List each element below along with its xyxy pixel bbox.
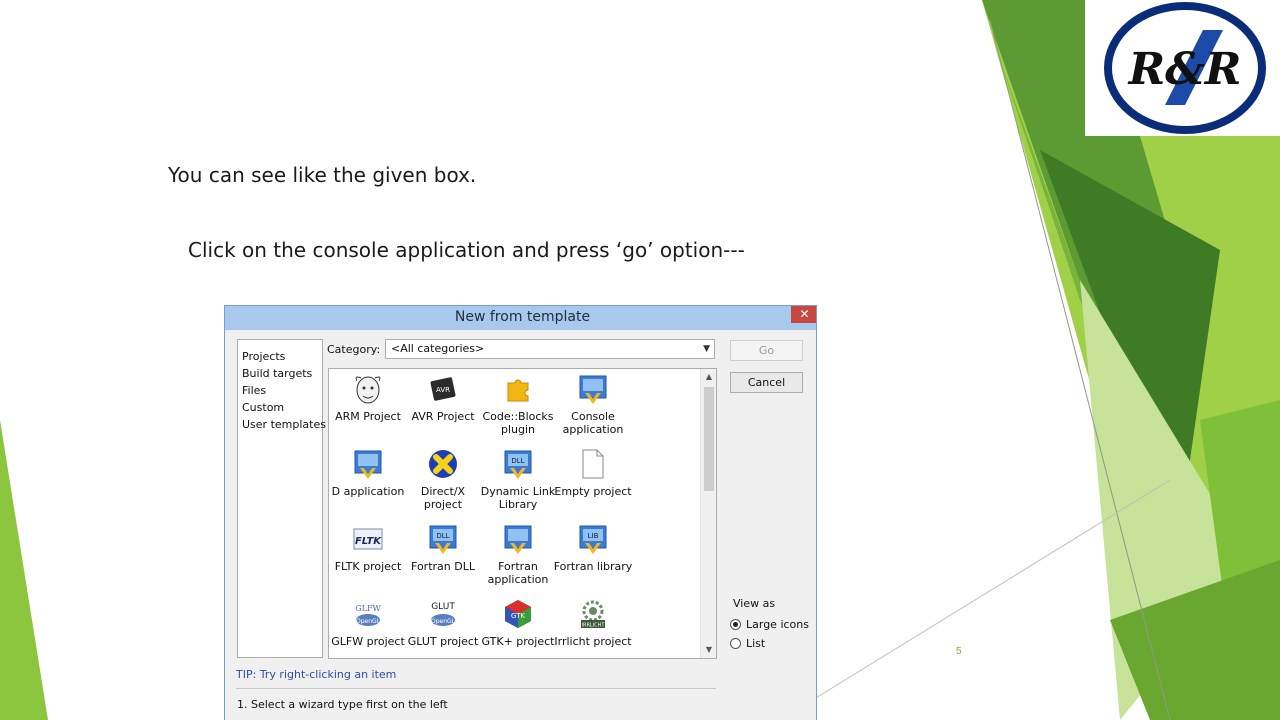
template-label: AVR Project <box>411 410 475 423</box>
template-label: FLTK project <box>334 560 402 573</box>
avr-chip-icon: AVR <box>430 377 456 401</box>
svg-text:DLL: DLL <box>511 457 524 465</box>
scroll-down-icon[interactable]: ▼ <box>701 642 716 658</box>
template-item-avr-project[interactable]: AVR AVR Project <box>403 371 483 443</box>
scroll-up-icon[interactable]: ▲ <box>701 369 716 385</box>
go-button[interactable]: Go <box>730 340 803 361</box>
new-from-template-dialog: New from template ✕ Projects Build targe… <box>224 305 817 720</box>
slide-text-line-2: Click on the console application and pre… <box>188 238 745 262</box>
svg-text:IRRLICHT: IRRLICHT <box>582 623 606 629</box>
template-type-files[interactable]: Files <box>242 384 266 397</box>
dll-icon: DLL <box>504 450 532 479</box>
view-option-label: Large icons <box>746 618 809 631</box>
svg-text:OpenGL: OpenGL <box>431 618 456 625</box>
template-item-empty-project[interactable]: Empty project <box>553 446 633 518</box>
svg-text:AVR: AVR <box>436 386 450 394</box>
template-item-fortran-dll[interactable]: DLL Fortran DLL <box>403 521 483 593</box>
svg-text:LIB: LIB <box>588 532 599 540</box>
svg-text:OpenGL: OpenGL <box>356 618 381 625</box>
category-value: <All categories> <box>391 342 485 355</box>
template-item-d-application[interactable]: D application <box>329 446 408 518</box>
template-label: Fortran library <box>553 560 633 573</box>
fltk-icon: FLTK <box>353 528 383 550</box>
slide-number: 5 <box>956 646 962 657</box>
d-app-icon <box>354 450 382 479</box>
template-type-user-templates[interactable]: User templates <box>242 418 326 431</box>
svg-text:GTK: GTK <box>511 612 525 620</box>
scroll-thumb[interactable] <box>704 387 714 491</box>
template-label: Irrlicht project <box>554 635 632 648</box>
directx-icon <box>429 450 457 478</box>
svg-text:GLFW: GLFW <box>355 604 381 613</box>
template-grid-scrollbar[interactable]: ▲ ▼ <box>700 369 716 658</box>
template-item-dynamic-link-library[interactable]: DLL Dynamic Link Library <box>478 446 558 518</box>
gnu-icon <box>355 376 381 404</box>
irrlicht-icon: IRRLICHT <box>581 600 606 629</box>
category-label: Category: <box>327 343 381 356</box>
template-label: GTK+ project <box>481 635 555 648</box>
template-grid: ARM Project AVR AVR Project Code::Blocks… <box>328 368 717 659</box>
wizard-step-text: 1. Select a wizard type first on the lef… <box>237 698 448 711</box>
puzzle-icon <box>507 379 529 402</box>
template-item-fltk-project[interactable]: FLTK FLTK project <box>329 521 408 593</box>
template-item-codeblocks-plugin[interactable]: Code::Blocks plugin <box>478 371 558 443</box>
glut-icon: GLUT OpenGL <box>431 602 456 626</box>
template-item-console-application[interactable]: Console application <box>553 371 633 443</box>
svg-text:GLUT: GLUT <box>431 602 455 612</box>
svg-text:FLTK: FLTK <box>355 536 382 547</box>
fortran-lib-icon: LIB <box>579 525 607 554</box>
template-label: Direct/X project <box>420 485 466 511</box>
fortran-app-icon <box>504 525 532 554</box>
svg-text:R&R: R&R <box>1127 44 1242 95</box>
template-type-list: Projects Build targets Files Custom User… <box>237 339 326 658</box>
template-label: Console application <box>562 410 624 436</box>
category-select[interactable]: <All categories> ▼ <box>385 339 715 359</box>
logo: R&R <box>1085 0 1280 136</box>
close-icon: ✕ <box>799 307 810 321</box>
template-item-arm-project[interactable]: ARM Project <box>329 371 408 443</box>
template-item-directx-project[interactable]: Direct/X project <box>403 446 483 518</box>
template-item-gtk-project[interactable]: GTK GTK+ project <box>478 596 558 658</box>
template-label: Fortran DLL <box>411 560 475 573</box>
template-label: Code::Blocks plugin <box>482 410 554 436</box>
glfw-icon: GLFW OpenGL <box>355 604 382 626</box>
radio-selected-icon <box>730 619 741 630</box>
divider <box>236 688 716 689</box>
cancel-button[interactable]: Cancel <box>730 372 803 393</box>
template-type-custom[interactable]: Custom <box>242 401 284 414</box>
template-item-glfw-project[interactable]: GLFW OpenGL GLFW project <box>329 596 408 658</box>
template-type-build-targets[interactable]: Build targets <box>242 367 312 380</box>
template-label: Empty project <box>554 485 632 498</box>
template-item-fortran-application[interactable]: Fortran application <box>478 521 558 593</box>
gtk-icon: GTK <box>505 600 531 628</box>
blank-file-icon <box>582 449 604 479</box>
template-type-projects[interactable]: Projects <box>242 350 285 363</box>
template-item-glut-project[interactable]: GLUT OpenGL GLUT project <box>403 596 483 658</box>
chevron-down-icon: ▼ <box>703 344 710 354</box>
template-item-irrlicht-project[interactable]: IRRLICHT Irrlicht project <box>553 596 633 658</box>
console-app-icon <box>579 375 607 404</box>
template-item-fortran-library[interactable]: LIB Fortran library <box>553 521 633 593</box>
tip-text: TIP: Try right-clicking an item <box>236 668 397 681</box>
template-label: ARM Project <box>335 410 401 423</box>
template-label: Dynamic Link Library <box>480 485 556 511</box>
template-label: D application <box>331 485 405 498</box>
slide-text-line-1: You can see like the given box. <box>168 163 477 187</box>
template-label: Fortran application <box>487 560 549 586</box>
template-label: GLFW project <box>331 635 405 648</box>
view-option-label: List <box>746 637 766 650</box>
radio-unselected-icon <box>730 638 741 649</box>
svg-text:DLL: DLL <box>436 532 449 540</box>
dialog-title: New from template <box>454 309 591 325</box>
template-label: GLUT project <box>407 635 479 648</box>
view-as-label: View as <box>733 597 776 610</box>
fortran-dll-icon: DLL <box>429 525 457 554</box>
close-button[interactable]: ✕ <box>791 306 816 323</box>
